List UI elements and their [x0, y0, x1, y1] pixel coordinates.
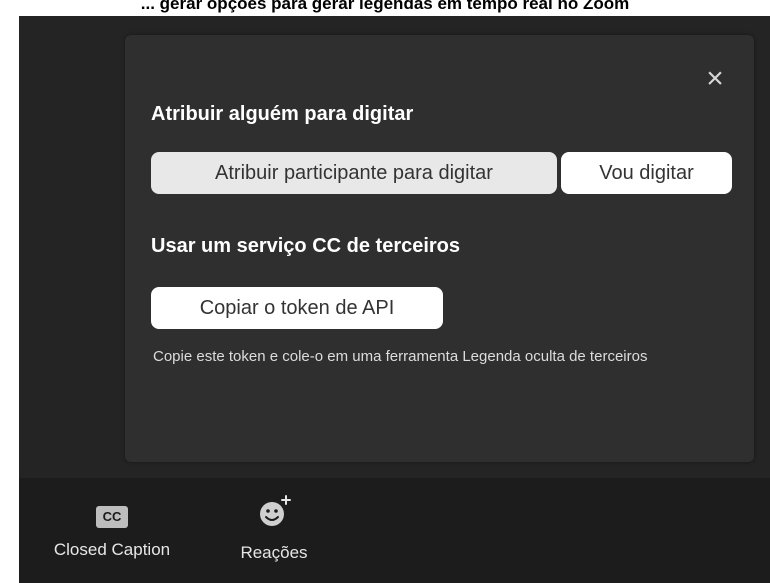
- copy-api-token-button[interactable]: Copiar o token de API: [151, 287, 443, 329]
- cc-icon: CC: [96, 506, 128, 528]
- emoji-add-icon: [260, 495, 291, 526]
- closed-caption-label: Closed Caption: [53, 540, 171, 559]
- i-will-type-button[interactable]: Vou digitar: [561, 152, 732, 194]
- page-caption: ... gerar opções para gerar legendas em …: [140, 0, 630, 13]
- meeting-toolbar: CC Closed Caption Reações: [19, 478, 770, 583]
- assign-heading: Atribuir alguém para digitar: [151, 103, 414, 125]
- third-party-heading: Usar um serviço CC de terceiros: [151, 235, 461, 257]
- reactions-button[interactable]: Reações: [219, 495, 329, 563]
- close-icon[interactable]: ×: [700, 62, 730, 96]
- assign-participant-button[interactable]: Atribuir participante para digitar: [151, 152, 557, 194]
- reactions-label: Reações: [240, 543, 308, 562]
- helper-text: Copie este token e cole-o em uma ferrame…: [153, 348, 648, 365]
- closed-caption-button[interactable]: CC Closed Caption: [27, 496, 197, 560]
